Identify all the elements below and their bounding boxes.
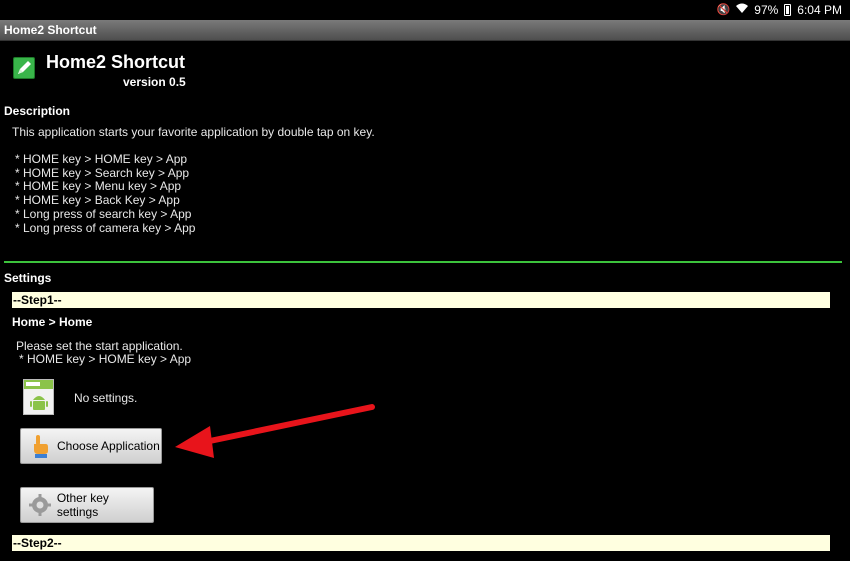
mute-icon: 🔇	[716, 4, 731, 16]
choose-application-label: Choose Application	[57, 439, 160, 453]
list-item: * HOME key > Back Key > App	[15, 193, 180, 208]
choose-application-button[interactable]: Choose Application	[20, 428, 162, 464]
step1-prompt-sub: * HOME key > HOME key > App	[19, 352, 192, 366]
shortcut-list: * HOME key > HOME key > App * HOME key >…	[15, 152, 196, 235]
settings-heading: Settings	[4, 271, 52, 285]
step1-bar: --Step1--	[12, 292, 830, 308]
gear-icon	[27, 492, 53, 518]
step1-route: Home > Home	[12, 315, 93, 329]
description-text: This application starts your favorite ap…	[12, 125, 375, 139]
android-icon	[23, 379, 54, 415]
list-item: * HOME key > Menu key > App	[15, 179, 182, 194]
app-pen-icon	[13, 57, 35, 79]
hand-pointer-icon	[27, 433, 53, 459]
window-title: Home2 Shortcut	[4, 23, 97, 37]
other-key-settings-label: Other key settings	[56, 491, 109, 519]
description-heading: Description	[4, 104, 71, 118]
status-bar: 🔇 97% 6:04 PM	[0, 0, 850, 20]
current-app-value: No settings.	[74, 391, 138, 405]
title-bar: Home2 Shortcut	[0, 20, 850, 41]
step2-bar: --Step2--	[12, 535, 830, 551]
battery-icon	[784, 4, 792, 16]
app-name: Home2 Shortcut	[46, 52, 186, 72]
list-item: * HOME key > Search key > App	[15, 165, 190, 180]
list-item: * Long press of search key > App	[15, 206, 192, 221]
list-item: * HOME key > HOME key > App	[15, 152, 188, 166]
app-version: version 0.5	[123, 75, 186, 89]
section-divider	[4, 261, 842, 263]
clock: 6:04 PM	[797, 3, 842, 17]
battery-percent: 97%	[754, 3, 779, 17]
list-item: * Long press of camera key > App	[15, 220, 196, 235]
step1-prompt: Please set the start application.	[16, 339, 183, 353]
wifi-icon	[736, 3, 749, 17]
other-key-settings-button[interactable]: Other key settings	[20, 487, 154, 523]
